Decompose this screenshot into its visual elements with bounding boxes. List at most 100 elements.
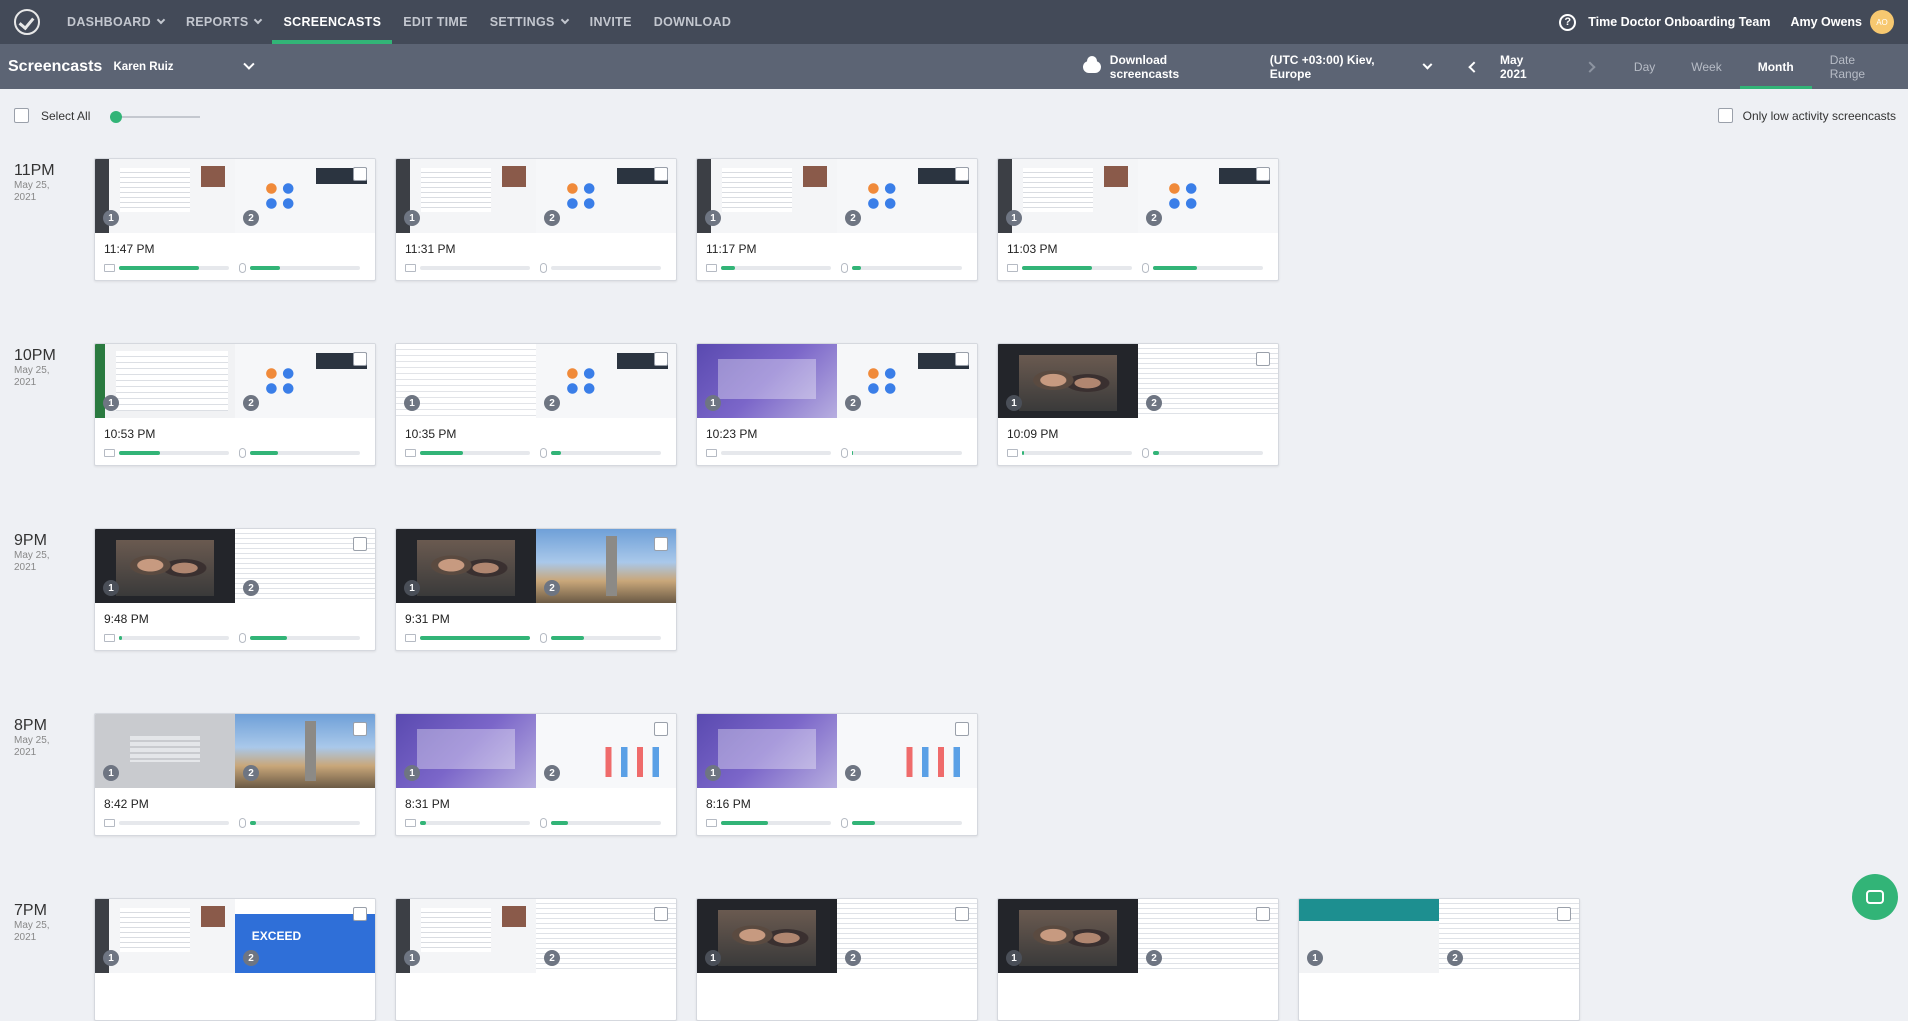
screen-1-thumbnail[interactable]: 1 <box>998 344 1138 418</box>
nav-dashboard[interactable]: DASHBOARD <box>56 0 175 44</box>
screen-1-thumbnail[interactable]: 1 <box>998 159 1138 233</box>
screencast-checkbox[interactable] <box>955 722 969 736</box>
screencast-thumbnails[interactable]: 12 <box>998 159 1278 233</box>
screencast-checkbox[interactable] <box>353 537 367 551</box>
screen-1-thumbnail[interactable]: 1 <box>95 159 235 233</box>
screencast-card[interactable]: 1 2 11:31 PM <box>395 158 677 281</box>
avatar[interactable]: AO <box>1870 10 1894 34</box>
screencast-card[interactable]: 1 2 9:31 PM <box>395 528 677 651</box>
screencast-thumbnails[interactable]: 12 <box>396 714 676 788</box>
screencast-card[interactable]: 1 2 10:09 PM <box>997 343 1279 466</box>
screencast-thumbnails[interactable]: 12 <box>697 899 977 973</box>
screencast-checkbox[interactable] <box>353 352 367 366</box>
screencast-checkbox[interactable] <box>1256 167 1270 181</box>
help-icon[interactable]: ? <box>1559 13 1577 31</box>
screencast-thumbnails[interactable]: 12 <box>998 344 1278 418</box>
screencast-card[interactable]: 12 <box>696 898 978 1021</box>
low-activity-filter[interactable]: Only low activity screencasts <box>1717 108 1896 123</box>
screen-1-thumbnail[interactable]: 1 <box>95 344 235 418</box>
screencast-thumbnails[interactable]: 12 <box>396 159 676 233</box>
app-logo-icon[interactable] <box>14 9 40 35</box>
screen-1-thumbnail[interactable]: 1 <box>697 159 837 233</box>
screen-1-thumbnail[interactable]: 1 <box>697 899 837 973</box>
screencast-thumbnails[interactable]: 12 <box>95 899 375 973</box>
screencast-thumbnails[interactable]: 12 <box>95 529 375 603</box>
timezone-select[interactable]: (UTC +03:00) Kiev, Europe <box>1270 53 1432 81</box>
screencast-checkbox[interactable] <box>353 167 367 181</box>
screencast-thumbnails[interactable]: 12 <box>998 899 1278 973</box>
screen-1-thumbnail[interactable]: 1 <box>396 899 536 973</box>
screen-1-thumbnail[interactable]: 1 <box>396 529 536 603</box>
screencast-card[interactable]: 12 <box>94 898 376 1021</box>
nav-screencasts[interactable]: SCREENCASTS <box>272 0 393 44</box>
screencast-card[interactable]: 1 2 9:48 PM <box>94 528 376 651</box>
screencast-card[interactable]: 1 2 10:53 PM <box>94 343 376 466</box>
screen-1-thumbnail[interactable]: 1 <box>95 529 235 603</box>
chat-button[interactable] <box>1852 874 1898 920</box>
screencast-thumbnails[interactable]: 12 <box>396 899 676 973</box>
screencast-card[interactable]: 1 2 11:03 PM <box>997 158 1279 281</box>
nav-download[interactable]: DOWNLOAD <box>643 0 742 44</box>
zoom-slider[interactable] <box>110 111 200 123</box>
screen-1-thumbnail[interactable]: 1 <box>95 899 235 973</box>
screencast-checkbox[interactable] <box>1557 907 1571 921</box>
screen-1-thumbnail[interactable]: 1 <box>998 899 1138 973</box>
screencast-card[interactable]: 1 2 11:17 PM <box>696 158 978 281</box>
tab-week[interactable]: Week <box>1673 44 1739 89</box>
screencast-checkbox[interactable] <box>1256 907 1270 921</box>
screen-1-thumbnail[interactable]: 1 <box>396 344 536 418</box>
screencast-checkbox[interactable] <box>353 722 367 736</box>
screencast-card[interactable]: 1 2 8:31 PM <box>395 713 677 836</box>
screencast-thumbnails[interactable]: 12 <box>396 344 676 418</box>
select-all-checkbox[interactable] <box>14 108 29 123</box>
screencast-checkbox[interactable] <box>654 722 668 736</box>
tab-month[interactable]: Month <box>1739 44 1812 89</box>
nav-reports[interactable]: REPORTS <box>175 0 273 44</box>
screencast-thumbnails[interactable]: 12 <box>697 159 977 233</box>
screencast-card[interactable]: 1 2 10:35 PM <box>395 343 677 466</box>
screencast-checkbox[interactable] <box>955 352 969 366</box>
zoom-slider-handle[interactable] <box>110 111 122 123</box>
screencast-card[interactable]: 1 2 11:47 PM <box>94 158 376 281</box>
nav-invite[interactable]: INVITE <box>579 0 643 44</box>
screencast-thumbnails[interactable]: 12 <box>1299 899 1579 973</box>
screencast-checkbox[interactable] <box>654 907 668 921</box>
screencast-thumbnails[interactable]: 12 <box>95 159 375 233</box>
screencast-card[interactable]: 12 <box>395 898 677 1021</box>
screencast-checkbox[interactable] <box>955 907 969 921</box>
screencast-thumbnails[interactable]: 12 <box>95 344 375 418</box>
team-name[interactable]: Time Doctor Onboarding Team <box>1588 15 1770 29</box>
screencast-card[interactable]: 12 <box>1298 898 1580 1021</box>
screen-1-thumbnail[interactable]: 1 <box>95 714 235 788</box>
screen-1-thumbnail[interactable]: 1 <box>697 344 837 418</box>
screencast-checkbox[interactable] <box>654 537 668 551</box>
screencast-thumbnails[interactable]: 12 <box>396 529 676 603</box>
screen-1-thumbnail[interactable]: 1 <box>396 159 536 233</box>
screencast-checkbox[interactable] <box>353 907 367 921</box>
screencast-thumbnails[interactable]: 12 <box>697 344 977 418</box>
screencast-card[interactable]: 1 2 10:23 PM <box>696 343 978 466</box>
screen-1-thumbnail[interactable]: 1 <box>1299 899 1439 973</box>
prev-month-arrow-icon[interactable] <box>1468 60 1480 73</box>
screen-1-thumbnail[interactable]: 1 <box>396 714 536 788</box>
screencast-thumbnails[interactable]: 12 <box>697 714 977 788</box>
screencast-checkbox[interactable] <box>955 167 969 181</box>
screencast-checkbox[interactable] <box>1256 352 1270 366</box>
tab-day[interactable]: Day <box>1616 44 1673 89</box>
user-name[interactable]: Amy Owens <box>1790 15 1862 29</box>
screencast-checkbox[interactable] <box>654 352 668 366</box>
tab-date-range[interactable]: Date Range <box>1812 44 1908 89</box>
screencast-card[interactable]: 1 2 8:16 PM <box>696 713 978 836</box>
user-select[interactable]: Karen Ruiz <box>113 61 245 73</box>
screencast-checkbox[interactable] <box>654 167 668 181</box>
screencast-thumbnails[interactable]: 12 <box>95 714 375 788</box>
low-activity-checkbox[interactable] <box>1717 108 1733 123</box>
next-month-arrow-icon[interactable] <box>1584 60 1596 73</box>
screencast-card[interactable]: 1 2 8:42 PM <box>94 713 376 836</box>
screen-1-thumbnail[interactable]: 1 <box>697 714 837 788</box>
nav-settings[interactable]: SETTINGS <box>479 0 579 44</box>
download-screencasts-button[interactable]: Download screencasts <box>1082 53 1232 81</box>
screencast-card[interactable]: 12 <box>997 898 1279 1021</box>
nav-edit-time[interactable]: EDIT TIME <box>392 0 479 44</box>
select-all[interactable]: Select All <box>14 108 90 123</box>
